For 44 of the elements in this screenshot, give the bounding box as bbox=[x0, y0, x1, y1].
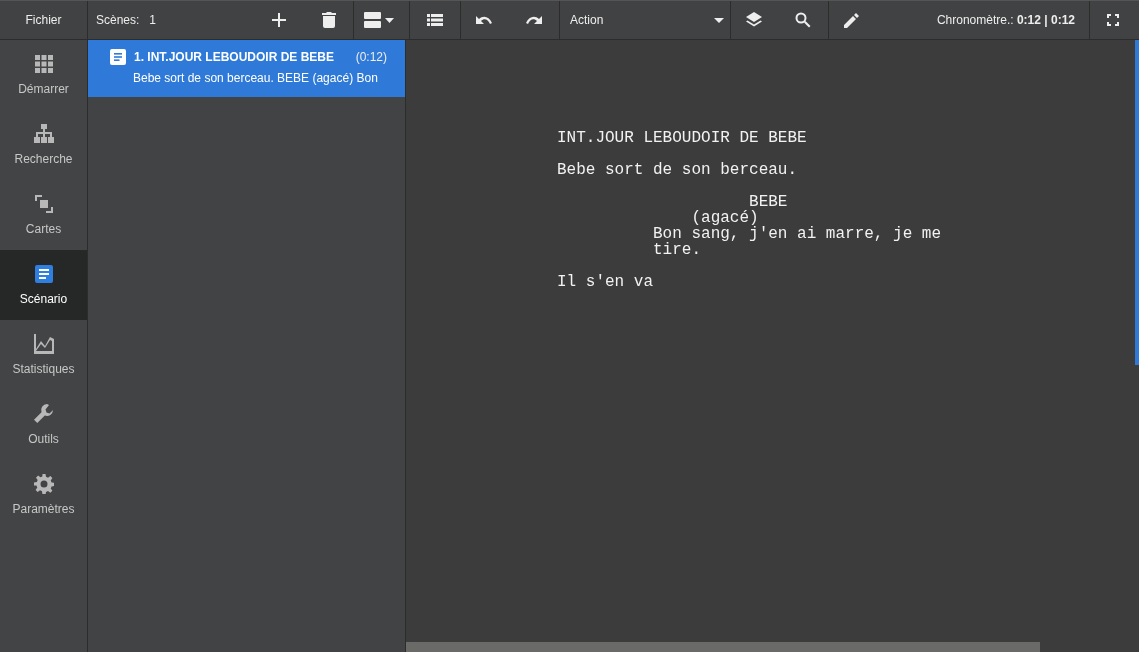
horizontal-scrollbar[interactable] bbox=[406, 642, 1040, 652]
action-line: Bebe sort de son berceau. bbox=[557, 162, 799, 178]
layers-icon[interactable] bbox=[746, 12, 762, 28]
character-name: BEBE bbox=[749, 194, 789, 210]
scene-title: 1. INT.JOUR LEBOUDOIR DE BEBE bbox=[134, 50, 335, 64]
undo-icon[interactable] bbox=[475, 15, 493, 25]
sidebar-item[interactable]: Paramètres bbox=[0, 460, 87, 530]
scenes-count: 1 bbox=[149, 13, 157, 27]
sidebar-item[interactable]: Statistiques bbox=[0, 320, 87, 390]
search-icon[interactable] bbox=[795, 12, 811, 28]
grid-icon bbox=[33, 54, 54, 74]
redo-icon[interactable] bbox=[525, 15, 543, 25]
sidebar-item[interactable]: Recherche bbox=[0, 110, 87, 180]
style-dropdown[interactable]: Action bbox=[560, 1, 730, 39]
dialogue-line: Bon sang, j'en ai marre, je me tire. bbox=[653, 226, 943, 258]
sidebar-item[interactable]: Démarrer bbox=[0, 40, 87, 110]
vertical-scrollbar[interactable] bbox=[1135, 40, 1139, 365]
settings-icon bbox=[33, 474, 54, 494]
caret-icon bbox=[714, 17, 724, 23]
document-icon bbox=[110, 49, 126, 65]
fullscreen-icon[interactable] bbox=[1107, 14, 1119, 26]
parenthetical: (agacé) bbox=[691, 210, 759, 226]
sidebar-item[interactable]: Outils bbox=[0, 390, 87, 460]
action-line: Il s'en va bbox=[557, 274, 654, 290]
file-menu[interactable]: Fichier bbox=[0, 1, 87, 39]
trash-icon[interactable] bbox=[322, 12, 337, 28]
wrench-icon bbox=[33, 404, 54, 424]
document-icon bbox=[33, 264, 54, 284]
script-editor[interactable]: INT.JOUR LEBOUDOIR DE BEBE Bebe sort de son berceau. BEBE (agacé) Bon sang, j'en ai marre, je me tire. Il s'en va bbox=[406, 40, 1139, 652]
scenes-label: Scènes: bbox=[96, 13, 140, 27]
split-layout-icon[interactable] bbox=[364, 12, 394, 28]
scene-item[interactable]: 1. INT.JOUR LEBOUDOIR DE BEBE (0:12) Bebe sort de son berceau. BEBE (agacé) Bon bbox=[88, 40, 405, 97]
chart-icon bbox=[33, 334, 54, 354]
add-icon[interactable] bbox=[272, 13, 287, 27]
pencil-icon[interactable] bbox=[844, 12, 860, 28]
scene-duration: (0:12) bbox=[355, 50, 387, 64]
sidebar-item[interactable]: Cartes bbox=[0, 180, 87, 250]
list-icon[interactable] bbox=[427, 14, 443, 26]
timer-readout: Chronomètre.: 0:12 | 0:12 bbox=[936, 13, 1075, 27]
sidebar-item[interactable]: Scénario bbox=[0, 250, 87, 320]
cards-icon bbox=[33, 194, 54, 214]
hierarchy-icon bbox=[33, 124, 54, 144]
scene-heading: INT.JOUR LEBOUDOIR DE BEBE bbox=[557, 130, 808, 146]
scene-summary: Bebe sort de son berceau. BEBE (agacé) Bon bbox=[133, 71, 379, 85]
